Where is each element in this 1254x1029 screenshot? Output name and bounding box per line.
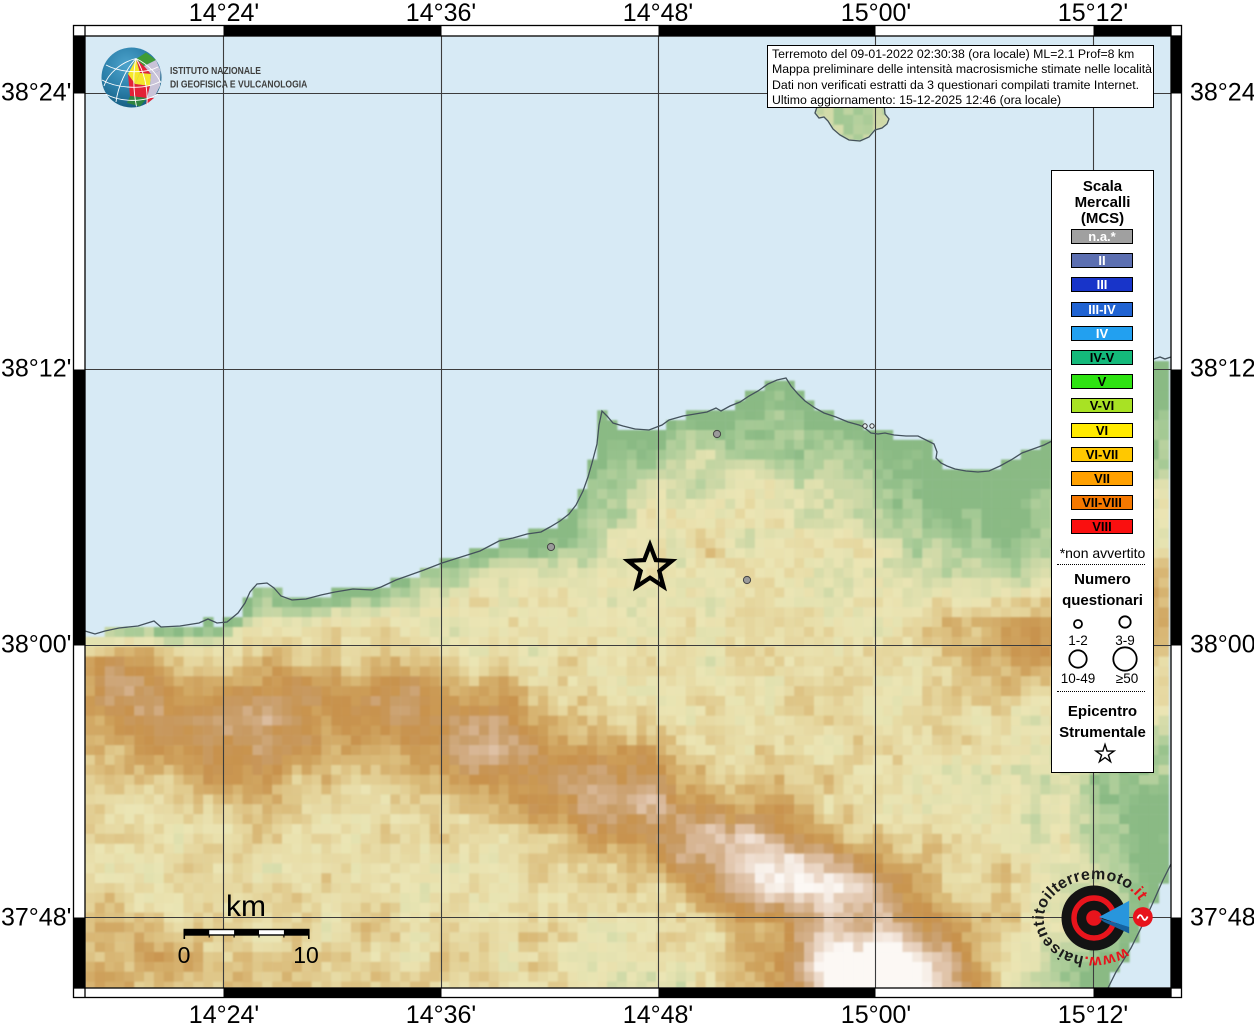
- svg-text:ISTITUTO NAZIONALE: ISTITUTO NAZIONALE: [170, 65, 261, 77]
- svg-text:DI GEOFISICA E VULCANOLOGIA: DI GEOFISICA E VULCANOLOGIA: [170, 79, 307, 91]
